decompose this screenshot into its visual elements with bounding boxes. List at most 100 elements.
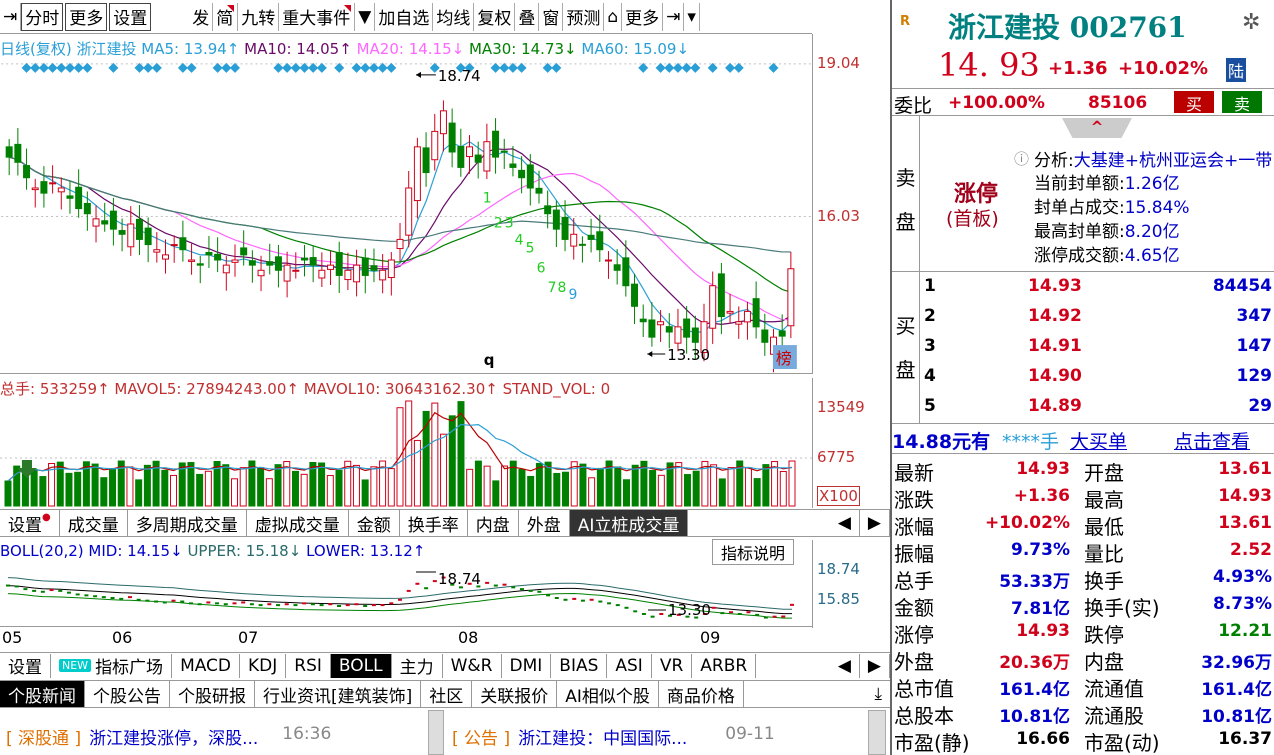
toolbar-window[interactable]: 窗 (539, 2, 564, 31)
bid-level-2[interactable]: 2 14.92 347 (922, 304, 1274, 332)
candlestick-chart[interactable]: 18.74 13.30 q 1 2 3 4 5 6 7 8 9 榜 (0, 34, 812, 374)
tab-volume[interactable]: 成交量 (60, 510, 128, 536)
volume-chart[interactable] (0, 398, 812, 508)
boll-low-label: 13.30 (668, 601, 711, 619)
tab-ai-similar[interactable]: AI相似个股 (557, 681, 659, 707)
tab-virtual-volume[interactable]: 虚拟成交量 (247, 510, 349, 536)
sell-button[interactable]: 卖 (1222, 91, 1262, 114)
tab-inner[interactable]: 内盘 (468, 510, 519, 536)
tab-multi-period-volume[interactable]: 多周期成交量 (128, 510, 247, 536)
download-icon[interactable]: ⤓ (866, 681, 890, 707)
toolbar-ma[interactable]: 均线 (433, 2, 475, 31)
bid-level-4[interactable]: 4 14.90 129 (922, 364, 1274, 392)
volume-bar (39, 476, 47, 507)
volume-bar (352, 464, 360, 507)
tab-bias[interactable]: BIAS (551, 653, 608, 678)
quote-header: R 浙江建投 002761 ✲ 14. 93 +1.36 +10.02% 陆 (892, 0, 1274, 84)
tab-rsi[interactable]: RSI (286, 653, 331, 678)
tab-turnover[interactable]: 换手率 (400, 510, 468, 536)
tab-commodity[interactable]: 商品价格 (659, 681, 744, 707)
candle-body (439, 110, 447, 135)
tab-ai-volume[interactable]: AI立桩成交量 (569, 510, 689, 536)
tab-vr[interactable]: VR (652, 653, 693, 678)
scroll-left-icon[interactable]: ◀ (830, 510, 860, 536)
pin-right-icon[interactable]: ⇥ (663, 2, 685, 31)
candle-body (492, 130, 500, 158)
news-scrollbar-2[interactable] (868, 710, 886, 755)
tab-announcements[interactable]: 个股公告 (85, 681, 170, 707)
pin-icon[interactable]: ⇥ (0, 2, 22, 31)
menu-dropdown-icon[interactable]: ▾ (684, 2, 700, 31)
volume-bar (370, 466, 378, 507)
volume-bar (579, 463, 587, 507)
toolbar-jiuzhuan[interactable]: 九转 (238, 2, 280, 31)
tab-arbr[interactable]: ARBR (692, 653, 757, 678)
candle-body (752, 298, 760, 328)
candle-body (248, 260, 256, 266)
candle-body (509, 163, 517, 168)
tab-ind-settings[interactable]: 设置 (0, 653, 51, 678)
scroll-right-icon[interactable]: ▶ (860, 653, 890, 678)
quote-row: 涨幅 +10.02% 最低 13.61 (894, 513, 1272, 539)
order-ratio-row: 委比 +100.00% 85106 买 卖 (892, 88, 1274, 117)
tab-related-quotes[interactable]: 关联报价 (472, 681, 558, 707)
tab-main-force[interactable]: 主力 (392, 653, 443, 678)
info-icon[interactable]: ⓘ (1014, 148, 1029, 169)
toolbar-add-watch[interactable]: 加自选 (375, 2, 434, 31)
boll-chart[interactable]: 18.74 13.30 (0, 562, 812, 624)
tab-indicator-square[interactable]: NEW 指标广场 (51, 653, 173, 678)
news-item[interactable]: [ 公告 ] 浙江建投：中国国际... 09-11 (452, 724, 775, 749)
tab-research[interactable]: 个股研报 (170, 681, 255, 707)
bid-level-3[interactable]: 3 14.91 147 (922, 334, 1274, 362)
toolbar-more-2[interactable]: 更多 (622, 2, 664, 31)
scroll-left-icon[interactable]: ◀ (830, 653, 860, 678)
bid-level-1[interactable]: 1 14.93 84454 (922, 274, 1274, 302)
toolbar-more-1[interactable]: 更多 (65, 2, 108, 31)
tab-kdj[interactable]: KDJ (240, 653, 287, 678)
news-item[interactable]: [ 深股通 ] 浙江建投涨停，深股... 16:36 (6, 724, 331, 749)
tab-wr[interactable]: W&R (443, 653, 502, 678)
tab-settings[interactable]: 设置 ● (0, 510, 60, 536)
toolbar-adjust[interactable]: 复权 (474, 2, 516, 31)
candle-body (735, 321, 743, 325)
tab-boll[interactable]: BOLL (330, 653, 392, 678)
dropdown-icon[interactable]: ▼ (355, 2, 376, 31)
toolbar-overlay[interactable]: 叠 (515, 2, 540, 31)
toolbar-major-events[interactable]: 重大事件 (279, 2, 356, 31)
toolbar-fa[interactable]: 发 (189, 2, 214, 31)
tab-stock-news[interactable]: 个股新闻 (0, 681, 85, 707)
big-order-bar[interactable]: 14.88元有 ****手 大买单 点击查看 (892, 426, 1274, 454)
toolbar-jian[interactable]: 简 (213, 2, 239, 31)
tab-asi[interactable]: ASI (607, 653, 652, 678)
analysis-link[interactable]: 大基建+杭州亚运会+一带 (1074, 151, 1273, 171)
volume-legend: 总手: 533259↑ MAVOL5: 27894243.00↑ MAVOL10… (0, 380, 611, 398)
candle-body (743, 310, 751, 323)
limit-up-sub: (首板) (946, 208, 999, 230)
gear-icon[interactable]: ✲ (1242, 10, 1260, 35)
volume-bar (631, 464, 639, 507)
volume-bar (518, 469, 526, 507)
bid-level-5[interactable]: 5 14.89 29 (922, 394, 1274, 422)
tab-amount[interactable]: 金额 (349, 510, 400, 536)
tab-macd[interactable]: MACD (172, 653, 241, 678)
volume-bar (440, 433, 448, 507)
candle-body (300, 257, 308, 261)
tab-outer[interactable]: 外盘 (519, 510, 570, 536)
buy-button[interactable]: 买 (1174, 91, 1214, 114)
toolbar-settings[interactable]: 设置 (109, 2, 152, 31)
toolbar-forecast[interactable]: 预测 (563, 2, 605, 31)
volume-bar (779, 470, 787, 507)
volume-bar (492, 480, 500, 507)
news-scrollbar[interactable] (428, 710, 444, 755)
candle-body (726, 310, 734, 314)
bag-icon[interactable]: ⌂ (604, 2, 623, 31)
toolbar-intraday[interactable]: 分时 (21, 2, 64, 31)
tab-industry[interactable]: 行业资讯[建筑装饰] (255, 681, 422, 707)
volume-bar (318, 462, 326, 507)
volume-bar (710, 464, 718, 507)
scroll-right-icon[interactable]: ▶ (860, 510, 890, 536)
svg-text:2: 2 (494, 215, 503, 231)
candle-body (101, 220, 109, 225)
tab-community[interactable]: 社区 (421, 681, 473, 707)
tab-dmi[interactable]: DMI (502, 653, 552, 678)
